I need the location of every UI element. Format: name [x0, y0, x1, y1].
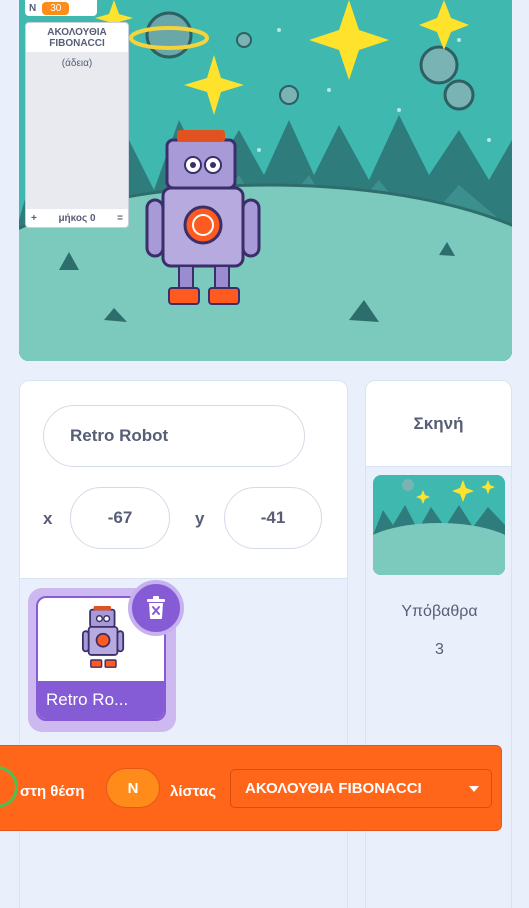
list-footer: + μήκος 0 = [26, 209, 128, 227]
list-monitor[interactable]: ΑΚΟΛΟΥΘΙΑ FIBONACCI (άδεια) + μήκος 0 = [25, 22, 129, 228]
list-dropdown-value: ΑΚΟΛΟΥΘΙΑ FIBONACCI [245, 780, 422, 797]
sprite-name-value: Retro Robot [70, 426, 169, 445]
backdrop-thumbnail[interactable] [373, 475, 505, 575]
block-index-value: N [127, 779, 139, 797]
block-text-list: λίστας [170, 783, 217, 800]
list-length: μήκος 0 [58, 212, 96, 224]
backdrops-label: Υπόβαθρα [401, 603, 478, 620]
y-input[interactable]: -41 [224, 487, 322, 549]
list-dropdown[interactable]: ΑΚΟΛΟΥΘΙΑ FIBONACCI [230, 769, 492, 808]
delete-sprite-button[interactable] [128, 580, 184, 636]
list-resize-handle[interactable]: = [117, 213, 123, 224]
block-index-input[interactable]: N [106, 768, 160, 808]
y-value: -41 [260, 508, 286, 527]
list-empty-text: (άδεια) [61, 58, 93, 69]
variable-monitor[interactable]: N 30 [25, 0, 97, 16]
block-text-position: στη θέση [20, 783, 85, 800]
variable-name: N [29, 2, 37, 14]
variable-value: 30 [42, 1, 70, 15]
x-value: -67 [107, 508, 133, 527]
list-title: ΑΚΟΛΟΥΘΙΑ FIBONACCI [26, 23, 128, 52]
backdrop-thumbnail-image [373, 475, 505, 575]
backdrops-count: 3 [435, 641, 444, 658]
y-label: y [195, 509, 205, 528]
list-add-button[interactable]: + [31, 213, 37, 224]
dropdown-caret-icon [469, 785, 479, 792]
sprite-tile-label: Retro Ro... [38, 681, 164, 719]
stage-panel-title: Σκηνή [366, 381, 511, 467]
sprite-name-input[interactable]: Retro Robot [43, 405, 305, 467]
x-input[interactable]: -67 [70, 487, 170, 549]
trash-icon [147, 596, 165, 619]
x-label: x [43, 509, 53, 528]
